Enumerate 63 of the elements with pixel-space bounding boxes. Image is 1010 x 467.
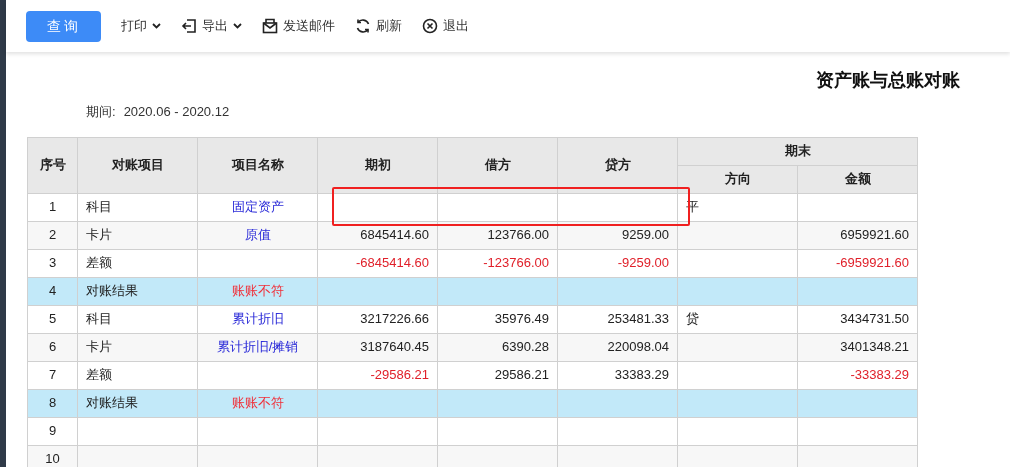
toolbar-button[interactable]: 发送邮件 xyxy=(262,16,335,36)
mail-icon xyxy=(262,18,278,34)
amount-text: -9259.00 xyxy=(617,255,669,271)
toolbar-button[interactable]: 打印 xyxy=(121,16,161,36)
row-number: 1 xyxy=(48,199,57,215)
row-number: 7 xyxy=(48,367,57,383)
check-item-text: 对账结果 xyxy=(86,395,138,411)
amount-text: 29586.21 xyxy=(494,367,549,383)
amount-text: 35976.49 xyxy=(494,311,549,327)
direction-text: 贷 xyxy=(686,311,699,327)
check-item-text: 卡片 xyxy=(86,227,112,243)
amount-text: -29586.21 xyxy=(370,367,429,383)
check-item-text: 差额 xyxy=(86,367,112,383)
row-number: 2 xyxy=(48,227,57,243)
amount-text: 6959921.60 xyxy=(840,227,909,243)
column-header: 金额 xyxy=(797,165,918,193)
row-number: 6 xyxy=(48,339,57,355)
row-number: 9 xyxy=(48,423,57,439)
result-text: 账账不符 xyxy=(231,395,284,411)
check-item-text: 差额 xyxy=(86,255,112,271)
refresh-icon xyxy=(355,18,371,34)
amount-text: 9259.00 xyxy=(622,227,669,243)
column-header: 贷方 xyxy=(557,137,678,193)
amount-text: -33383.29 xyxy=(850,367,909,383)
toolbar-button[interactable]: 刷新 xyxy=(355,16,402,36)
toolbar-button[interactable]: 退出 xyxy=(422,16,469,36)
report-title: 资产账与总账对账 xyxy=(816,69,960,92)
export-icon xyxy=(181,18,197,34)
check-item-text: 科目 xyxy=(86,311,112,327)
check-item-text: 科目 xyxy=(86,199,112,215)
amount-text: 33383.29 xyxy=(614,367,669,383)
amount-text: 3434731.50 xyxy=(840,311,909,327)
amount-text: 6390.28 xyxy=(502,339,549,355)
result-text: 账账不符 xyxy=(231,283,284,299)
period-value: 2020.06 - 2020.12 xyxy=(123,103,230,121)
column-header: 期初 xyxy=(317,137,438,193)
close-icon xyxy=(422,18,438,34)
amount-text: 6845414.60 xyxy=(360,227,429,243)
row-number: 4 xyxy=(48,283,57,299)
row-number: 8 xyxy=(48,395,57,411)
column-header: 对账项目 xyxy=(77,137,198,193)
amount-text: 253481.33 xyxy=(607,311,669,327)
toolbar-button[interactable]: 导出 xyxy=(181,16,242,36)
check-item-text: 对账结果 xyxy=(86,283,138,299)
amount-text: 123766.00 xyxy=(487,227,549,243)
row-number: 10 xyxy=(45,451,60,467)
item-name-link[interactable]: 原值 xyxy=(244,227,271,243)
column-header: 序号 xyxy=(27,137,78,193)
amount-text: 3401348.21 xyxy=(840,339,909,355)
check-item-text: 卡片 xyxy=(86,339,112,355)
amount-text: -6959921.60 xyxy=(836,255,909,271)
period-label: 期间: xyxy=(86,103,116,121)
amount-text: -6845414.60 xyxy=(356,255,429,271)
row-number: 3 xyxy=(48,255,57,271)
amount-text: 3217226.66 xyxy=(360,311,429,327)
amount-text: 3187640.45 xyxy=(360,339,429,355)
column-header: 项目名称 xyxy=(197,137,318,193)
row-number: 5 xyxy=(48,311,57,327)
amount-text: -123766.00 xyxy=(483,255,549,271)
column-group-header: 期末 xyxy=(677,137,918,165)
column-header: 方向 xyxy=(677,165,798,193)
column-header: 借方 xyxy=(437,137,558,193)
amount-text: 220098.04 xyxy=(607,339,669,355)
